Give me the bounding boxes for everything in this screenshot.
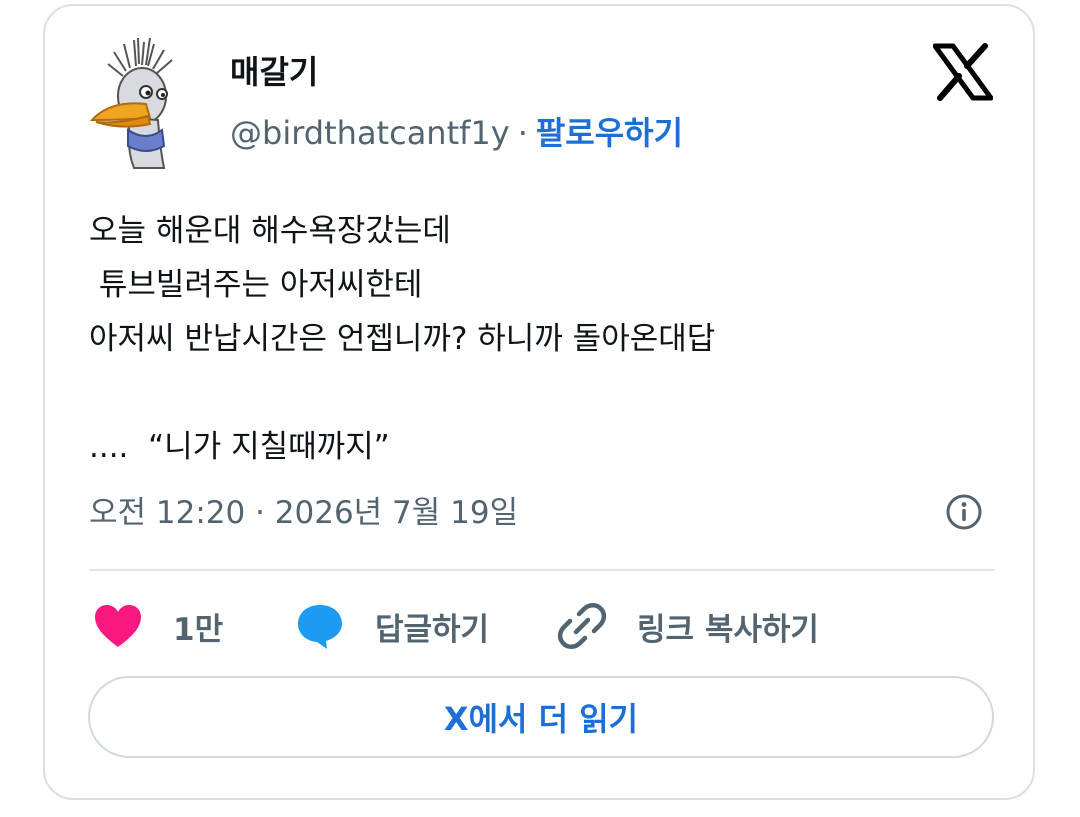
like-count: 1만 — [173, 611, 224, 648]
tweet-timestamp[interactable]: 오전 12:20 · 2026년 7월 19일 — [89, 490, 518, 536]
reply-button[interactable]: 답글하기 — [295, 598, 489, 654]
x-logo-icon — [932, 43, 994, 101]
speech-bubble-icon — [298, 605, 342, 649]
author-avatar[interactable] — [89, 37, 204, 170]
handle-separator: · — [517, 114, 528, 152]
read-more-button[interactable]: X에서 더 읽기 — [88, 676, 994, 758]
info-button[interactable] — [945, 493, 983, 531]
reply-label: 답글하기 — [375, 611, 490, 648]
bird-avatar-icon — [89, 37, 173, 169]
tweet-text: 오늘 해운대 해수욕장갔는데 튜브빌려주는 아저씨한테 아저씨 반납시간은 언젭… — [89, 213, 716, 465]
divider — [89, 569, 995, 571]
info-icon — [946, 494, 982, 530]
follow-button[interactable]: 팔로우하기 — [536, 114, 683, 152]
tweet-embed-card: 매갈기 @birdthatcantf1y · 팔로우하기 오늘 해운대 해수욕장갔는… — [43, 4, 1035, 800]
copy-link-button[interactable]: 링크 복사하기 — [557, 598, 819, 654]
heart-icon — [95, 605, 141, 647]
link-icon — [557, 603, 607, 649]
x-logo-link[interactable] — [932, 42, 994, 102]
copy-link-label: 링크 복사하기 — [637, 611, 819, 648]
like-button[interactable]: 1만 — [93, 598, 223, 654]
author-display-name[interactable]: 매갈기 — [230, 50, 318, 94]
author-handle[interactable]: @birdthatcantf1y — [230, 114, 510, 152]
author-handle-row: @birdthatcantf1y · 팔로우하기 — [230, 110, 683, 156]
